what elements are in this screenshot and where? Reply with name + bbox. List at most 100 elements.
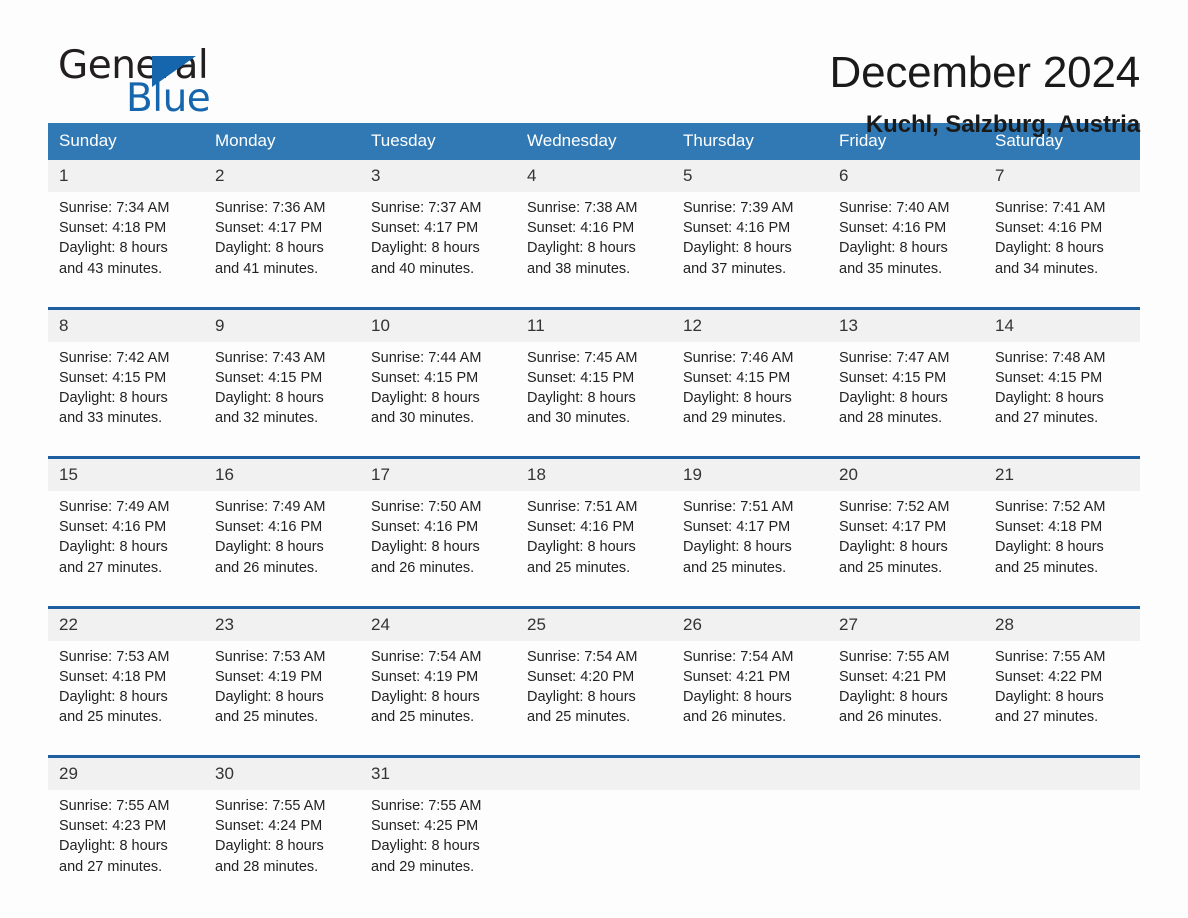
daylight-text-line2: and 27 minutes. — [59, 858, 163, 875]
sunset-text: Sunset: 4:18 PM — [995, 519, 1103, 536]
day-details: Sunrise: 7:49 AM Sunset: 4:16 PM Daylight:… — [204, 491, 360, 593]
calendar-day-cell[interactable]: 19 Sunrise: 7:51 AM Sunset: 4:17 PM Dayligh… — [672, 456, 828, 593]
daylight-text-line1: Daylight: 8 hours — [527, 688, 636, 705]
week-spacer — [48, 593, 1140, 607]
day-number: 20 — [828, 459, 984, 491]
sunrise-text: Sunrise: 7:55 AM — [995, 648, 1106, 665]
daylight-text-line1: Daylight: 8 hours — [995, 688, 1104, 705]
calendar-day-cell[interactable]: 11 Sunrise: 7:45 AM Sunset: 4:15 PM Dayligh… — [516, 306, 672, 444]
day-details: Sunrise: 7:55 AM Sunset: 4:21 PM Daylight:… — [828, 641, 984, 743]
sunrise-text: Sunrise: 7:45 AM — [527, 349, 638, 366]
sunrise-text: Sunrise: 7:54 AM — [371, 648, 482, 665]
day-number — [672, 758, 828, 790]
calendar-day-cell[interactable]: 26 Sunrise: 7:54 AM Sunset: 4:21 PM Dayligh… — [672, 605, 828, 743]
day-details: Sunrise: 7:39 AM Sunset: 4:16 PM Daylight:… — [672, 192, 828, 294]
sunrise-text: Sunrise: 7:38 AM — [527, 200, 638, 216]
day-details: Sunrise: 7:44 AM Sunset: 4:15 PM Daylight:… — [360, 342, 516, 444]
sunrise-text: Sunrise: 7:55 AM — [215, 798, 326, 814]
sunset-text: Sunset: 4:17 PM — [683, 519, 791, 536]
sunrise-sunset-calendar-table: Sunday Monday Tuesday Wednesday Thursday Frid… — [48, 123, 1140, 892]
sunset-text: Sunset: 4:17 PM — [839, 519, 947, 536]
day-number: 18 — [516, 459, 672, 491]
day-number: 26 — [672, 608, 828, 641]
daylight-text-line1: Daylight: 8 hours — [215, 688, 324, 705]
calendar-day-cell[interactable]: 2 Sunrise: 7:36 AM Sunset: 4:17 PM Daylight… — [204, 160, 360, 294]
calendar-day-cell-empty — [828, 755, 984, 892]
sunset-text: Sunset: 4:16 PM — [215, 519, 323, 536]
daylight-text-line1: Daylight: 8 hours — [59, 838, 168, 855]
day-number: 24 — [360, 608, 516, 641]
calendar-day-cell[interactable]: 17 Sunrise: 7:50 AM Sunset: 4:16 PM Dayligh… — [360, 456, 516, 593]
day-number: 23 — [204, 608, 360, 641]
calendar-day-cell[interactable]: 30 Sunrise: 7:55 AM Sunset: 4:24 PM Dayligh… — [204, 755, 360, 892]
daylight-text-line2: and 27 minutes. — [59, 559, 163, 576]
sunset-text: Sunset: 4:25 PM — [371, 818, 479, 835]
calendar-day-cell[interactable]: 4 Sunrise: 7:38 AM Sunset: 4:16 PM Daylight… — [516, 160, 672, 294]
calendar-day-cell-empty — [516, 755, 672, 892]
day-number: 10 — [360, 309, 516, 342]
calendar-day-cell[interactable]: 3 Sunrise: 7:37 AM Sunset: 4:17 PM Daylight… — [360, 160, 516, 294]
calendar-day-cell[interactable]: 23 Sunrise: 7:53 AM Sunset: 4:19 PM Dayligh… — [204, 605, 360, 743]
calendar-day-cell[interactable]: 28 Sunrise: 7:55 AM Sunset: 4:22 PM Dayligh… — [984, 605, 1140, 743]
calendar-day-cell[interactable]: 24 Sunrise: 7:54 AM Sunset: 4:19 PM Dayligh… — [360, 605, 516, 743]
day-number: 14 — [984, 309, 1140, 342]
sunrise-text: Sunrise: 7:50 AM — [371, 499, 482, 515]
sunrise-text: Sunrise: 7:47 AM — [839, 349, 950, 366]
calendar-day-cell[interactable]: 22 Sunrise: 7:53 AM Sunset: 4:18 PM Dayligh… — [48, 605, 204, 743]
sunset-text: Sunset: 4:16 PM — [59, 519, 167, 536]
daylight-text-line1: Daylight: 8 hours — [683, 389, 792, 406]
day-number: 8 — [48, 309, 204, 342]
sunrise-text: Sunrise: 7:40 AM — [839, 200, 950, 216]
day-number: 21 — [984, 459, 1140, 491]
calendar-day-cell[interactable]: 5 Sunrise: 7:39 AM Sunset: 4:16 PM Daylight… — [672, 160, 828, 294]
calendar-day-cell-empty — [672, 755, 828, 892]
calendar-day-cell[interactable]: 7 Sunrise: 7:41 AM Sunset: 4:16 PM Daylight… — [984, 160, 1140, 294]
sunset-text: Sunset: 4:21 PM — [839, 668, 947, 685]
calendar-day-cell[interactable]: 20 Sunrise: 7:52 AM Sunset: 4:17 PM Dayligh… — [828, 456, 984, 593]
page-title: December 2024 — [829, 48, 1141, 97]
daylight-text-line2: and 26 minutes. — [683, 709, 787, 726]
daylight-text-line2: and 29 minutes. — [371, 858, 475, 875]
calendar-day-cell[interactable]: 15 Sunrise: 7:49 AM Sunset: 4:16 PM Dayligh… — [48, 456, 204, 593]
calendar-day-cell[interactable]: 27 Sunrise: 7:55 AM Sunset: 4:21 PM Dayligh… — [828, 605, 984, 743]
calendar-day-cell[interactable]: 12 Sunrise: 7:46 AM Sunset: 4:15 PM Dayligh… — [672, 306, 828, 444]
daylight-text-line2: and 41 minutes. — [215, 260, 319, 277]
calendar-day-cell[interactable]: 6 Sunrise: 7:40 AM Sunset: 4:16 PM Daylight… — [828, 160, 984, 294]
week-spacer-cell — [48, 443, 1140, 458]
calendar-day-cell[interactable]: 1 Sunrise: 7:34 AM Sunset: 4:18 PM Daylight… — [48, 160, 204, 294]
sunset-text: Sunset: 4:19 PM — [371, 668, 479, 685]
daylight-text-line2: and 30 minutes. — [527, 410, 631, 427]
sunrise-text: Sunrise: 7:42 AM — [59, 349, 170, 366]
sunrise-text: Sunrise: 7:53 AM — [215, 648, 326, 665]
daylight-text-line2: and 28 minutes. — [215, 858, 319, 875]
calendar-day-cell[interactable]: 14 Sunrise: 7:48 AM Sunset: 4:15 PM Dayligh… — [984, 306, 1140, 444]
day-details: Sunrise: 7:53 AM Sunset: 4:18 PM Daylight:… — [48, 641, 204, 743]
calendar-day-cell[interactable]: 18 Sunrise: 7:51 AM Sunset: 4:16 PM Dayligh… — [516, 456, 672, 593]
day-details: Sunrise: 7:50 AM Sunset: 4:16 PM Daylight:… — [360, 491, 516, 593]
day-details: Sunrise: 7:52 AM Sunset: 4:17 PM Daylight:… — [828, 491, 984, 593]
day-number — [828, 758, 984, 790]
calendar-day-cell[interactable]: 21 Sunrise: 7:52 AM Sunset: 4:18 PM Dayligh… — [984, 456, 1140, 593]
sunset-text: Sunset: 4:19 PM — [215, 668, 323, 685]
calendar-day-cell[interactable]: 13 Sunrise: 7:47 AM Sunset: 4:15 PM Dayligh… — [828, 306, 984, 444]
sunset-text: Sunset: 4:15 PM — [371, 369, 479, 386]
daylight-text-line2: and 25 minutes. — [215, 709, 319, 726]
calendar-day-cell[interactable]: 25 Sunrise: 7:54 AM Sunset: 4:20 PM Dayligh… — [516, 605, 672, 743]
calendar-day-cell[interactable]: 31 Sunrise: 7:55 AM Sunset: 4:25 PM Dayligh… — [360, 755, 516, 892]
calendar-day-cell[interactable]: 9 Sunrise: 7:43 AM Sunset: 4:15 PM Daylight… — [204, 306, 360, 444]
calendar-day-cell-empty — [984, 755, 1140, 892]
day-details: Sunrise: 7:49 AM Sunset: 4:16 PM Daylight:… — [48, 491, 204, 593]
calendar-day-cell[interactable]: 16 Sunrise: 7:49 AM Sunset: 4:16 PM Dayligh… — [204, 456, 360, 593]
calendar-week-row: 1 Sunrise: 7:34 AM Sunset: 4:18 PM Daylight… — [48, 160, 1140, 294]
calendar-day-cell[interactable]: 8 Sunrise: 7:42 AM Sunset: 4:15 PM Daylight… — [48, 306, 204, 444]
calendar-day-cell[interactable]: 29 Sunrise: 7:55 AM Sunset: 4:23 PM Dayligh… — [48, 755, 204, 892]
daylight-text-line1: Daylight: 8 hours — [839, 240, 948, 257]
day-number: 12 — [672, 309, 828, 342]
calendar-day-cell[interactable]: 10 Sunrise: 7:44 AM Sunset: 4:15 PM Dayligh… — [360, 306, 516, 444]
daylight-text-line2: and 25 minutes. — [683, 559, 787, 576]
day-number: 11 — [516, 309, 672, 342]
daylight-text-line2: and 30 minutes. — [371, 410, 475, 427]
day-details — [516, 790, 672, 892]
general-blue-logo: General Blue — [48, 44, 248, 121]
daylight-text-line2: and 26 minutes. — [839, 709, 943, 726]
